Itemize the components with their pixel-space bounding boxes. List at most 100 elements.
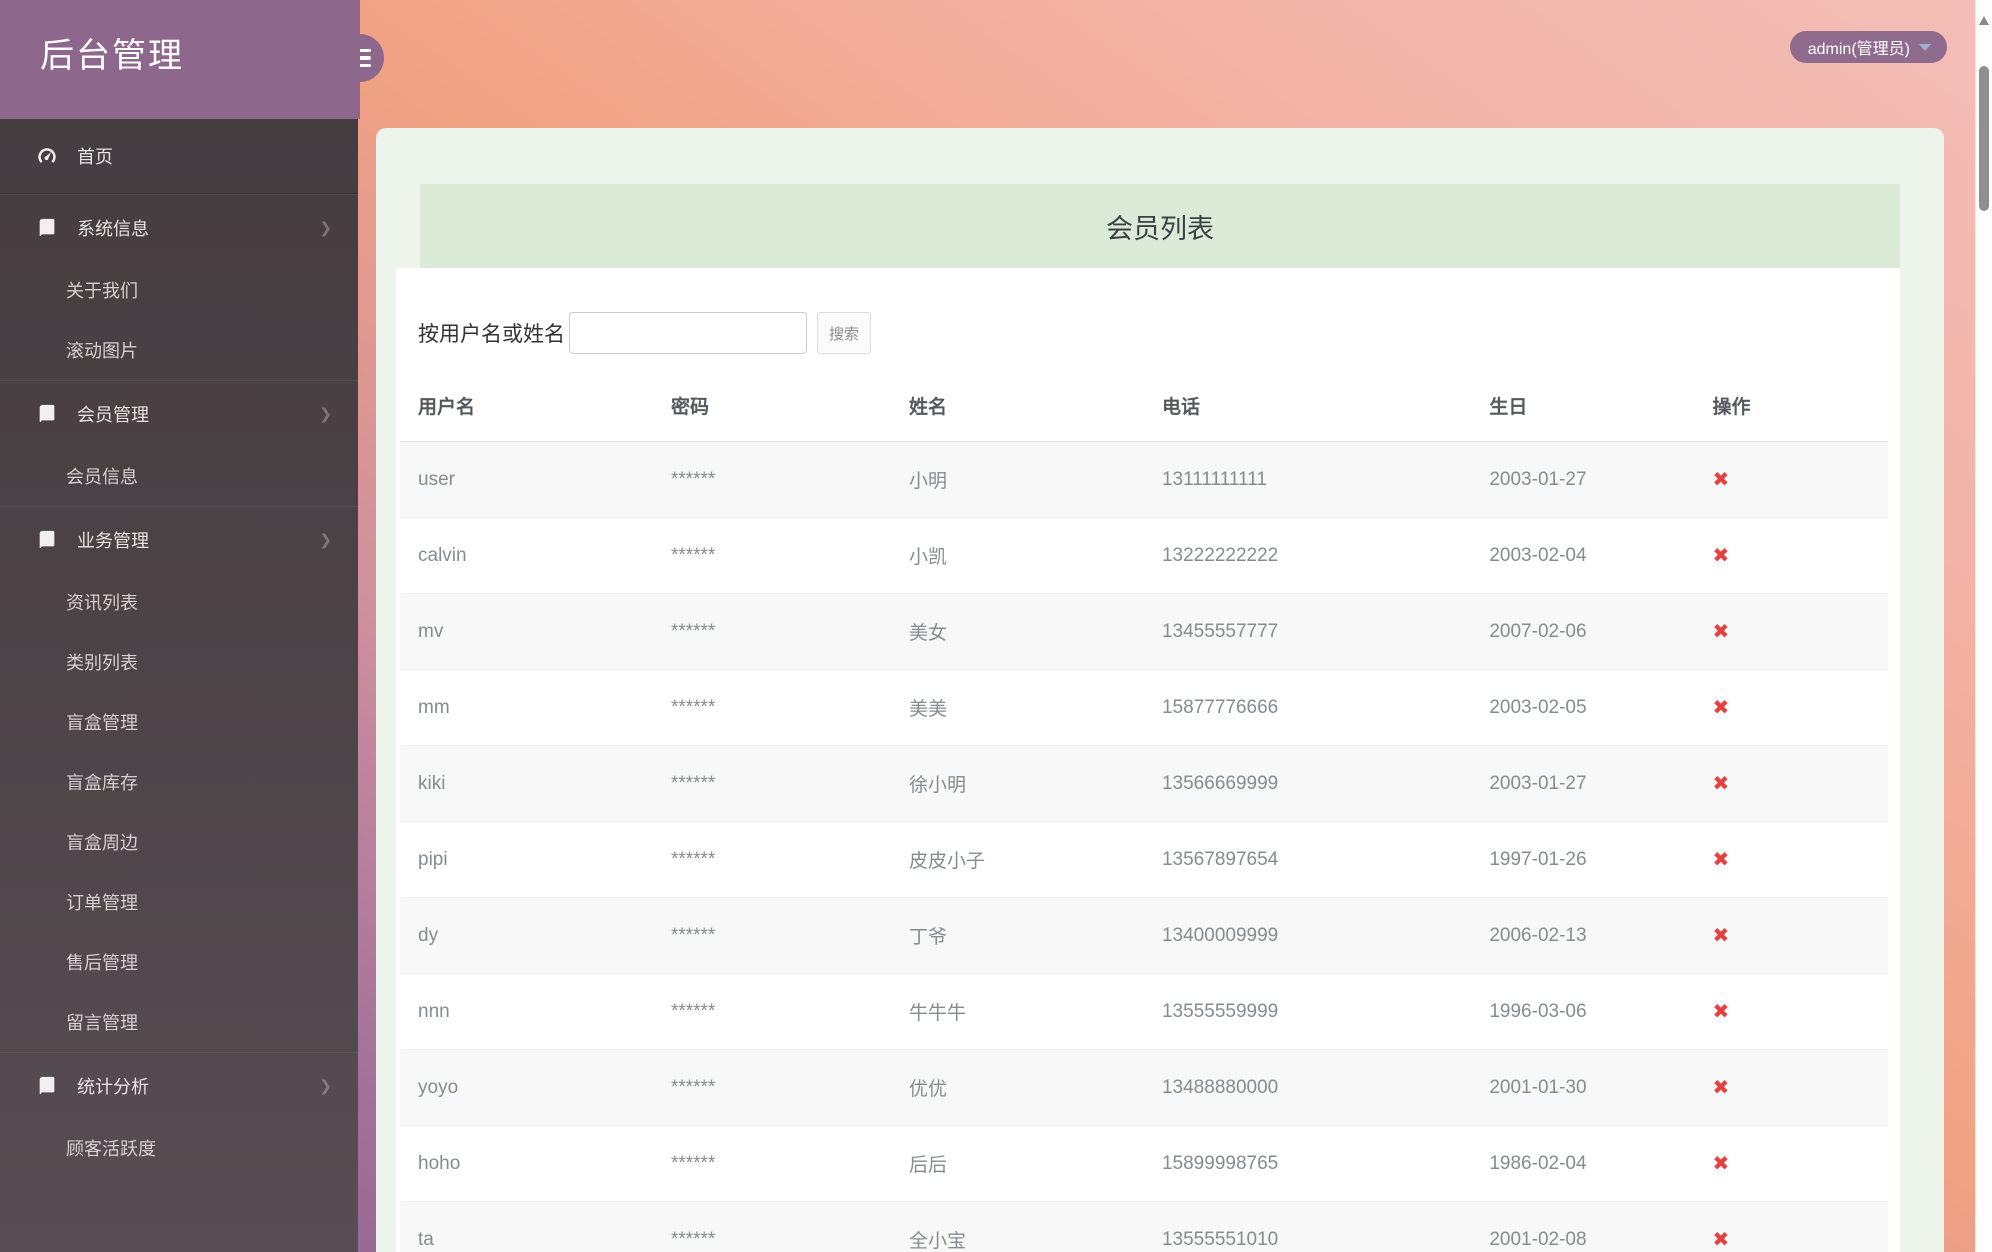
ops-cell: ✖ bbox=[1694, 441, 1888, 518]
chevron-right-icon: ❯ bbox=[319, 405, 332, 423]
column-header-password: 密码 bbox=[652, 374, 892, 442]
cell-username: hoho bbox=[400, 1125, 653, 1202]
sidebar-item-news-list[interactable]: 资讯列表 bbox=[0, 572, 358, 632]
column-header-phone: 电话 bbox=[1143, 374, 1472, 442]
table-row: nnn ****** 牛牛牛 13555559999 1996-03-06 ✖ bbox=[400, 973, 1888, 1050]
cell-name: 后后 bbox=[891, 1125, 1144, 1202]
panel-body: 按用户名或姓名 搜索 用户名 密码 姓名 电话 生日 操作 user ****** 小明 131… bbox=[396, 268, 1900, 1252]
scrollbar-thumb[interactable] bbox=[1979, 66, 1989, 211]
sidebar-item-home[interactable]: 首页 bbox=[0, 119, 358, 194]
sidebar-item-scrolling-images[interactable]: 滚动图片 bbox=[0, 320, 358, 380]
cell-birthday: 2001-02-08 bbox=[1471, 1201, 1695, 1252]
cell-name: 美美 bbox=[891, 669, 1144, 746]
panel-heading: 会员列表 bbox=[420, 184, 1900, 268]
cell-phone: 13455557777 bbox=[1143, 593, 1472, 670]
delete-icon[interactable]: ✖ bbox=[1713, 1077, 1730, 1099]
caret-down-icon bbox=[1919, 43, 1931, 51]
delete-icon[interactable]: ✖ bbox=[1713, 773, 1730, 795]
cell-username: user bbox=[400, 441, 653, 518]
content-card: 会员列表 按用户名或姓名 搜索 用户名 密码 姓名 电话 生日 操作 user ******… bbox=[376, 128, 1944, 1252]
cell-name: 丁爷 bbox=[891, 897, 1144, 974]
cell-password: ****** bbox=[652, 517, 892, 594]
ops-cell: ✖ bbox=[1694, 1125, 1888, 1202]
column-header-birthday: 生日 bbox=[1471, 374, 1695, 442]
cell-password: ****** bbox=[652, 1049, 892, 1126]
sidebar-item-statistics[interactable]: 统计分析 ❯ bbox=[0, 1052, 358, 1118]
cell-password: ****** bbox=[652, 821, 892, 898]
delete-icon[interactable]: ✖ bbox=[1713, 925, 1730, 947]
sidebar-item-blindbox-stock[interactable]: 盲盒库存 bbox=[0, 752, 358, 812]
member-table: 用户名 密码 姓名 电话 生日 操作 user ****** 小明 13111111111 200… bbox=[400, 374, 1888, 1252]
cell-phone: 13111111111 bbox=[1143, 441, 1472, 518]
cell-phone: 15877776666 bbox=[1143, 669, 1472, 746]
cell-name: 小凯 bbox=[891, 517, 1144, 594]
cell-password: ****** bbox=[652, 973, 892, 1050]
sidebar-item-customer-activity[interactable]: 顾客活跃度 bbox=[0, 1118, 358, 1178]
sidebar-item-label: 统计分析 bbox=[77, 1076, 149, 1097]
sidebar-item-label: 留言管理 bbox=[66, 1013, 138, 1033]
scroll-up-arrow-icon[interactable] bbox=[1979, 16, 1989, 25]
sidebar-item-business-management[interactable]: 业务管理 ❯ bbox=[0, 506, 358, 572]
sidebar-item-label: 首页 bbox=[77, 147, 113, 167]
sidebar-item-order-management[interactable]: 订单管理 bbox=[0, 872, 358, 932]
sidebar-menu: 首页系统信息 ❯ 关于我们滚动图片会员管理 ❯ 会员信息 业务管理 ❯ 资讯列表类别列表盲盒管… bbox=[0, 119, 358, 1178]
cell-password: ****** bbox=[652, 441, 892, 518]
delete-icon[interactable]: ✖ bbox=[1713, 469, 1730, 491]
search-row: 按用户名或姓名 搜索 bbox=[400, 296, 1888, 374]
cell-username: dy bbox=[400, 897, 653, 974]
table-row: dy ****** 丁爷 13400009999 2006-02-13 ✖ bbox=[400, 897, 1888, 974]
sidebar-item-aftersales-management[interactable]: 售后管理 bbox=[0, 932, 358, 992]
cell-username: yoyo bbox=[400, 1049, 653, 1126]
ops-cell: ✖ bbox=[1694, 593, 1888, 670]
cell-password: ****** bbox=[652, 745, 892, 822]
user-menu-button[interactable]: admin(管理员) bbox=[1789, 31, 1947, 63]
delete-icon[interactable]: ✖ bbox=[1713, 1001, 1730, 1023]
ops-cell: ✖ bbox=[1694, 973, 1888, 1050]
cell-phone: 13400009999 bbox=[1143, 897, 1472, 974]
app-title: 后台管理 bbox=[40, 37, 184, 75]
table-row: kiki ****** 徐小明 13566669999 2003-01-27 ✖ bbox=[400, 745, 1888, 822]
delete-icon[interactable]: ✖ bbox=[1713, 1229, 1730, 1251]
cell-name: 优优 bbox=[891, 1049, 1144, 1126]
sidebar-item-member-info[interactable]: 会员信息 bbox=[0, 446, 358, 506]
cell-username: nnn bbox=[400, 973, 653, 1050]
sidebar-item-message-management[interactable]: 留言管理 bbox=[0, 992, 358, 1052]
cell-name: 小明 bbox=[891, 441, 1144, 518]
cell-birthday: 1997-01-26 bbox=[1471, 821, 1695, 898]
cell-phone: 13566669999 bbox=[1143, 745, 1472, 822]
sidebar-item-about-us[interactable]: 关于我们 bbox=[0, 260, 358, 320]
delete-icon[interactable]: ✖ bbox=[1713, 545, 1730, 567]
search-button[interactable]: 搜索 bbox=[817, 312, 871, 354]
cell-birthday: 2003-02-05 bbox=[1471, 669, 1695, 746]
cell-username: ta bbox=[400, 1201, 653, 1252]
delete-icon[interactable]: ✖ bbox=[1713, 1153, 1730, 1175]
cell-username: mv bbox=[400, 593, 653, 670]
sidebar-item-blindbox-peripherals[interactable]: 盲盒周边 bbox=[0, 812, 358, 872]
sidebar: 首页系统信息 ❯ 关于我们滚动图片会员管理 ❯ 会员信息 业务管理 ❯ 资讯列表类别列表盲盒管… bbox=[0, 119, 358, 1252]
sidebar-item-system-info[interactable]: 系统信息 ❯ bbox=[0, 194, 358, 260]
delete-icon[interactable]: ✖ bbox=[1713, 849, 1730, 871]
cell-username: pipi bbox=[400, 821, 653, 898]
sidebar-item-label: 类别列表 bbox=[66, 653, 138, 673]
column-header-ops: 操作 bbox=[1694, 374, 1888, 442]
sidebar-item-label: 盲盒管理 bbox=[66, 713, 138, 733]
ops-cell: ✖ bbox=[1694, 669, 1888, 746]
sidebar-item-category-list[interactable]: 类别列表 bbox=[0, 632, 358, 692]
sidebar-item-label: 滚动图片 bbox=[66, 341, 138, 361]
table-row: mv ****** 美女 13455557777 2007-02-06 ✖ bbox=[400, 593, 1888, 670]
cell-birthday: 1996-03-06 bbox=[1471, 973, 1695, 1050]
delete-icon[interactable]: ✖ bbox=[1713, 621, 1730, 643]
scrollbar[interactable] bbox=[1975, 0, 1992, 1252]
sidebar-item-blindbox-management[interactable]: 盲盒管理 bbox=[0, 692, 358, 752]
chevron-right-icon: ❯ bbox=[319, 531, 332, 549]
sidebar-item-member-management[interactable]: 会员管理 ❯ bbox=[0, 380, 358, 446]
table-row: hoho ****** 后后 15899998765 1986-02-04 ✖ bbox=[400, 1125, 1888, 1202]
table-row: yoyo ****** 优优 13488880000 2001-01-30 ✖ bbox=[400, 1049, 1888, 1126]
table-row: pipi ****** 皮皮小子 13567897654 1997-01-26 ✖ bbox=[400, 821, 1888, 898]
cell-birthday: 1986-02-04 bbox=[1471, 1125, 1695, 1202]
search-input[interactable] bbox=[569, 312, 807, 354]
sidebar-item-label: 售后管理 bbox=[66, 953, 138, 973]
delete-icon[interactable]: ✖ bbox=[1713, 697, 1730, 719]
cell-birthday: 2003-02-04 bbox=[1471, 517, 1695, 594]
brand-header: 后台管理 bbox=[0, 0, 360, 119]
